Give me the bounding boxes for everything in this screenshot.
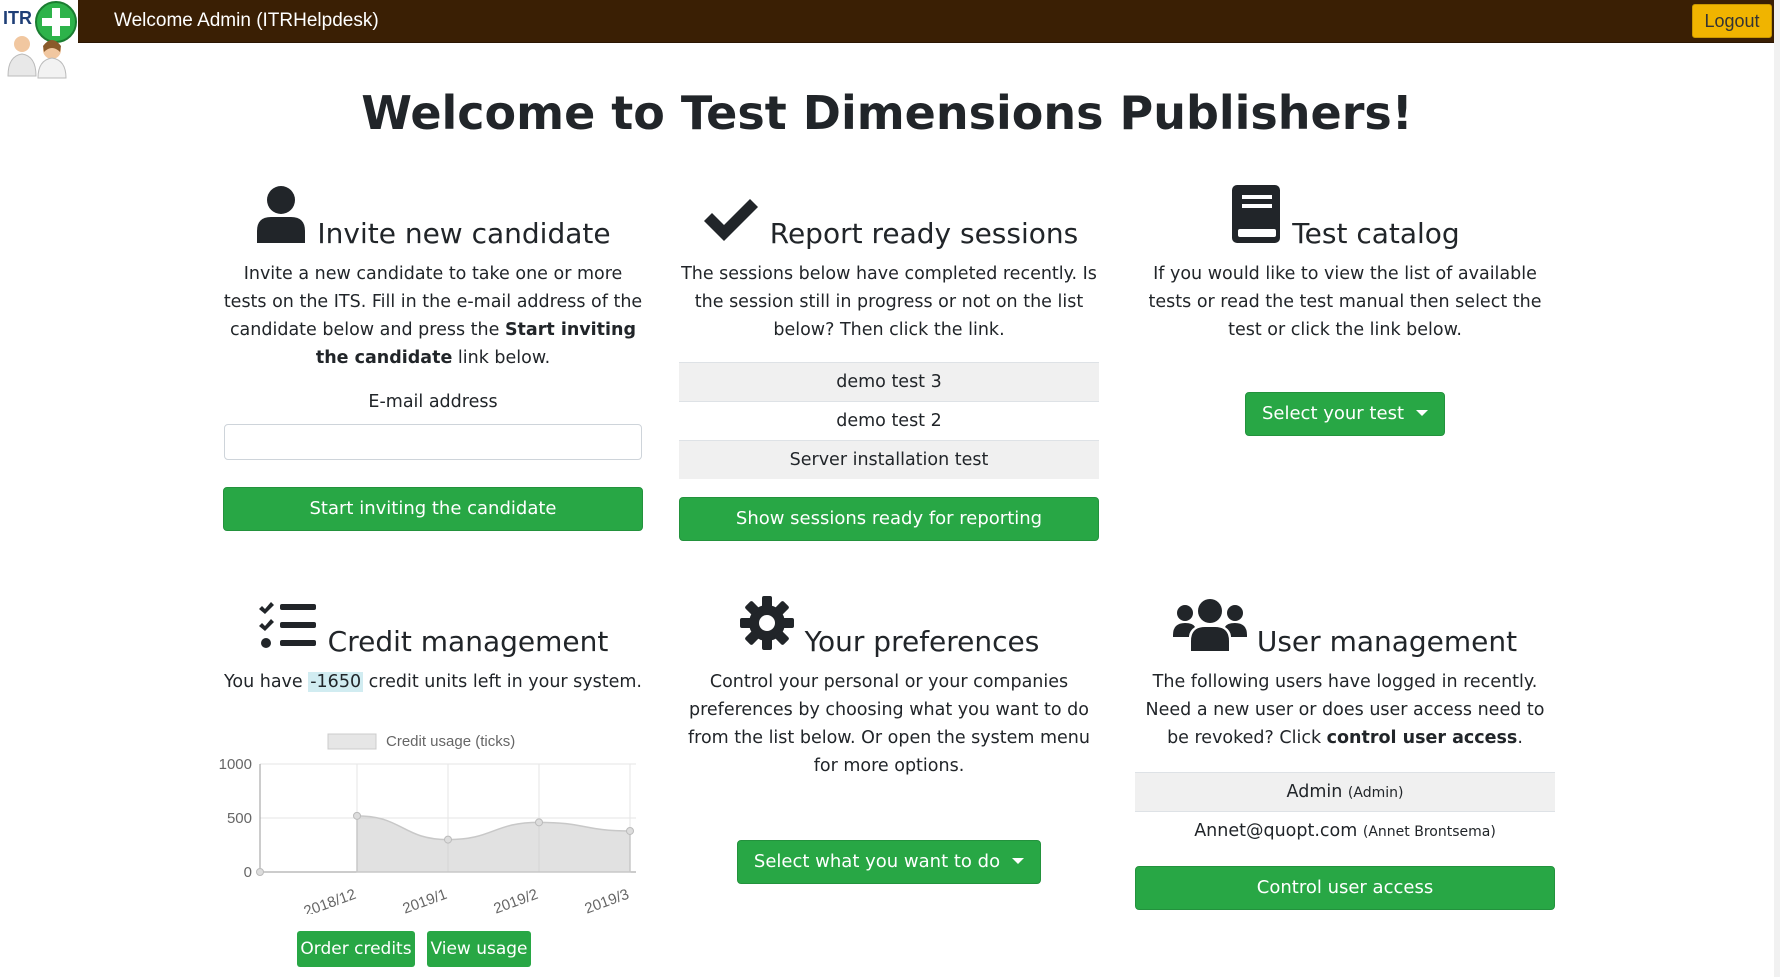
email-field[interactable] — [224, 424, 642, 460]
session-list: demo test 3 demo test 2 Server installat… — [679, 362, 1099, 479]
catalog-description: If you would like to view the list of av… — [1148, 264, 1542, 340]
x-tick-label: 2019/2 — [491, 886, 540, 914]
data-point — [535, 818, 543, 827]
book-icon — [1230, 185, 1282, 250]
users-title: User management — [1256, 625, 1518, 658]
catalog-title: Test catalog — [1292, 217, 1460, 250]
invite-heading: Invite new candidate — [223, 186, 643, 250]
select-action-dropdown[interactable]: Select what you want to do — [736, 840, 1042, 884]
session-item[interactable]: demo test 3 — [679, 362, 1099, 401]
session-item[interactable]: Server installation test — [679, 440, 1099, 479]
start-inviting-button[interactable]: Start inviting the candidate — [223, 487, 643, 531]
report-title: Report ready sessions — [769, 217, 1079, 250]
control-user-access-button[interactable]: Control user access — [1135, 866, 1555, 910]
select-test-dropdown[interactable]: Select your test — [1244, 392, 1445, 436]
scrollbar[interactable] — [1774, 0, 1780, 977]
show-sessions-button[interactable]: Show sessions ready for reporting — [679, 497, 1099, 541]
view-usage-button[interactable]: View usage — [427, 931, 531, 967]
logout-button[interactable]: Logout — [1692, 4, 1772, 38]
invite-title: Invite new candidate — [317, 217, 611, 250]
invite-description: Invite a new candidate to take one or mo… — [223, 264, 643, 368]
logo-text: ITR — [3, 8, 32, 28]
y-tick-label: 1000 — [219, 756, 252, 773]
credit-title: Credit management — [327, 625, 609, 658]
preferences-description: Control your personal or your companies … — [688, 672, 1090, 776]
report-description: The sessions below have completed recent… — [681, 264, 1097, 340]
email-label: E-mail address — [368, 392, 498, 412]
user-item[interactable]: Annet@quopt.com (Annet Brontsema) — [1135, 811, 1555, 850]
task-list-icon — [258, 601, 318, 658]
preferences-heading: Your preferences — [679, 594, 1099, 658]
users-description: The following users have logged in recen… — [1145, 672, 1545, 748]
users-icon — [1172, 597, 1247, 658]
data-point — [626, 826, 634, 835]
x-tick-label: 2019/1 — [400, 886, 449, 914]
catalog-heading: Test catalog — [1135, 185, 1555, 250]
users-card: User management The following users have… — [1135, 594, 1555, 910]
select-test-label: Select your test — [1261, 403, 1404, 424]
report-heading: Report ready sessions — [679, 186, 1099, 250]
preferences-card: Your preferences Control your personal o… — [679, 594, 1099, 884]
credit-usage-chart: Credit usage (ticks) 0 500 1000 2018/12 2019/… — [219, 733, 636, 914]
y-tick-label: 0 — [244, 864, 252, 881]
user-list: Admin (Admin) Annet@quopt.com (Annet Bro… — [1135, 772, 1555, 850]
series-area — [356, 815, 631, 873]
y-tick-label: 500 — [227, 810, 252, 827]
credit-card: Credit management You have -1650 credit … — [223, 594, 643, 696]
credit-value: -1650 — [308, 672, 364, 692]
users-heading: User management — [1135, 594, 1555, 658]
itr-logo[interactable]: ITR — [0, 0, 78, 80]
select-action-label: Select what you want to do — [753, 851, 1001, 872]
credit-heading: Credit management — [223, 594, 643, 658]
credit-description: You have -1650 credit units left in your… — [224, 672, 642, 692]
checkmark-icon — [700, 197, 760, 250]
welcome-text: Welcome Admin (ITRHelpdesk) — [114, 10, 379, 31]
user-icon — [255, 185, 307, 250]
caret-down-icon — [1012, 858, 1025, 864]
data-point — [353, 811, 361, 820]
catalog-card: Test catalog If you would like to view t… — [1135, 185, 1555, 436]
session-item[interactable]: demo test 2 — [679, 401, 1099, 440]
legend-label: Credit usage (ticks) — [386, 733, 515, 750]
report-card: Report ready sessions The sessions below… — [679, 186, 1099, 541]
preferences-title: Your preferences — [804, 625, 1040, 658]
x-tick-label: 2019/3 — [582, 886, 631, 914]
legend-swatch — [327, 733, 377, 750]
data-point — [256, 868, 264, 876]
x-tick-label: 2018/12 — [302, 886, 359, 914]
data-point — [444, 835, 452, 844]
invite-card: Invite new candidate Invite a new candid… — [223, 186, 643, 531]
page-title: Welcome to Test Dimensions Publishers! — [361, 86, 1413, 140]
user-item[interactable]: Admin (Admin) — [1135, 772, 1555, 811]
caret-down-icon — [1416, 410, 1428, 416]
order-credits-button[interactable]: Order credits — [297, 931, 415, 967]
gear-icon — [739, 595, 795, 658]
